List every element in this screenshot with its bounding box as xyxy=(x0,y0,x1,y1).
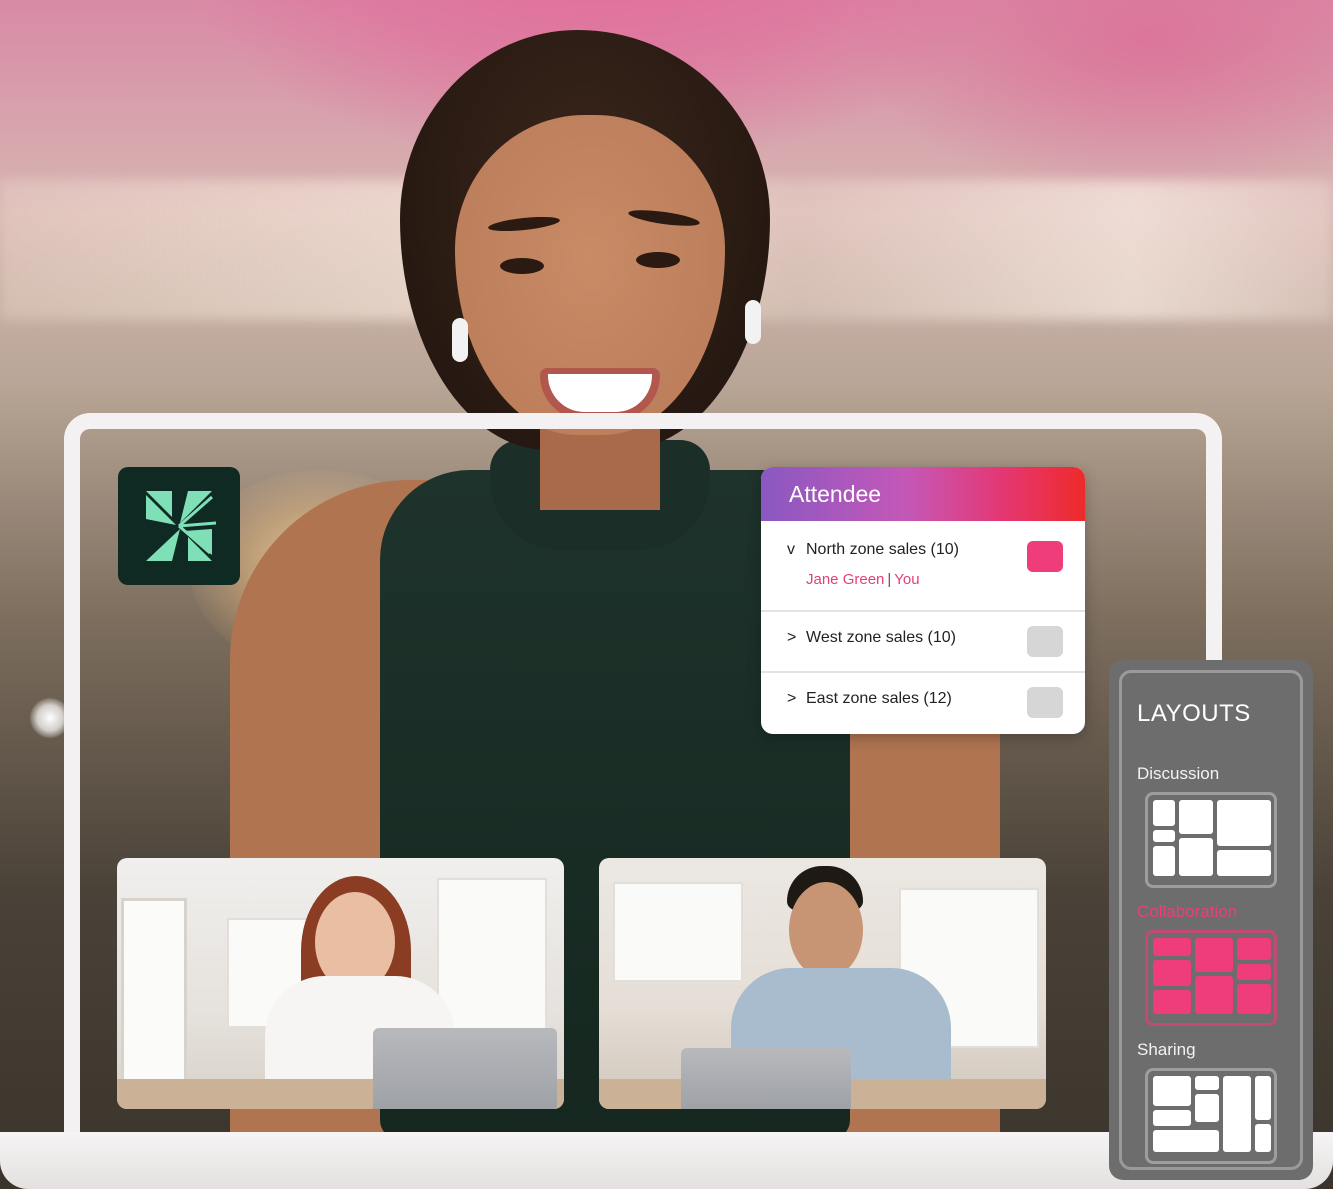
member-separator: | xyxy=(887,571,892,588)
layout-label-sharing: Sharing xyxy=(1137,1040,1196,1059)
participant-2-head xyxy=(789,882,863,978)
chevron-right-icon[interactable]: > xyxy=(787,629,801,647)
adobe-connect-logo-icon xyxy=(118,467,240,585)
background-ceiling-lights xyxy=(0,180,1333,320)
adobe-connect-mark xyxy=(146,491,217,561)
group-label: East zone sales (12) xyxy=(806,690,952,707)
member-name: Jane Green xyxy=(806,571,885,588)
layout-label-discussion: Discussion xyxy=(1137,764,1220,783)
sharing-layout-icon[interactable] xyxy=(1145,1068,1277,1164)
attendee-group-north[interactable]: v North zone sales (10) Jane Green | You xyxy=(761,521,1085,612)
discussion-layout-icon[interactable] xyxy=(1145,792,1277,888)
collaboration-layout-icon[interactable] xyxy=(1145,930,1277,1026)
group-checkbox-north[interactable] xyxy=(1027,541,1063,572)
group-label: North zone sales (10) xyxy=(806,541,959,558)
attendee-group-east[interactable]: > East zone sales (12) xyxy=(761,673,1085,734)
chevron-down-icon[interactable]: v xyxy=(787,541,801,559)
layout-label-collaboration: Collaboration xyxy=(1137,902,1238,921)
group-label: West zone sales (10) xyxy=(806,629,956,646)
group-checkbox-east[interactable] xyxy=(1027,687,1063,718)
attendee-group-west[interactable]: > West zone sales (10) xyxy=(761,612,1085,673)
chevron-right-icon[interactable]: > xyxy=(787,690,801,708)
bookshelf xyxy=(121,898,187,1098)
group-checkbox-west[interactable] xyxy=(1027,626,1063,657)
attendee-member-row[interactable]: Jane Green | You xyxy=(787,571,1085,588)
video-tile-participant-2[interactable] xyxy=(599,858,1046,1109)
attendee-panel: Attendee v North zone sales (10) Jane Gr… xyxy=(761,467,1085,734)
attendee-panel-title: Attendee xyxy=(761,467,1085,521)
layouts-panel: LAYOUTS Discussion Collaboration Sharing xyxy=(1109,660,1313,1180)
member-tag: You xyxy=(894,571,920,588)
video-tile-participant-1[interactable] xyxy=(117,858,564,1109)
wall-shelf xyxy=(613,882,743,982)
participant-1-laptop xyxy=(373,1028,557,1109)
participant-2-laptop xyxy=(681,1048,851,1109)
layouts-panel-title: LAYOUTS xyxy=(1137,700,1251,727)
